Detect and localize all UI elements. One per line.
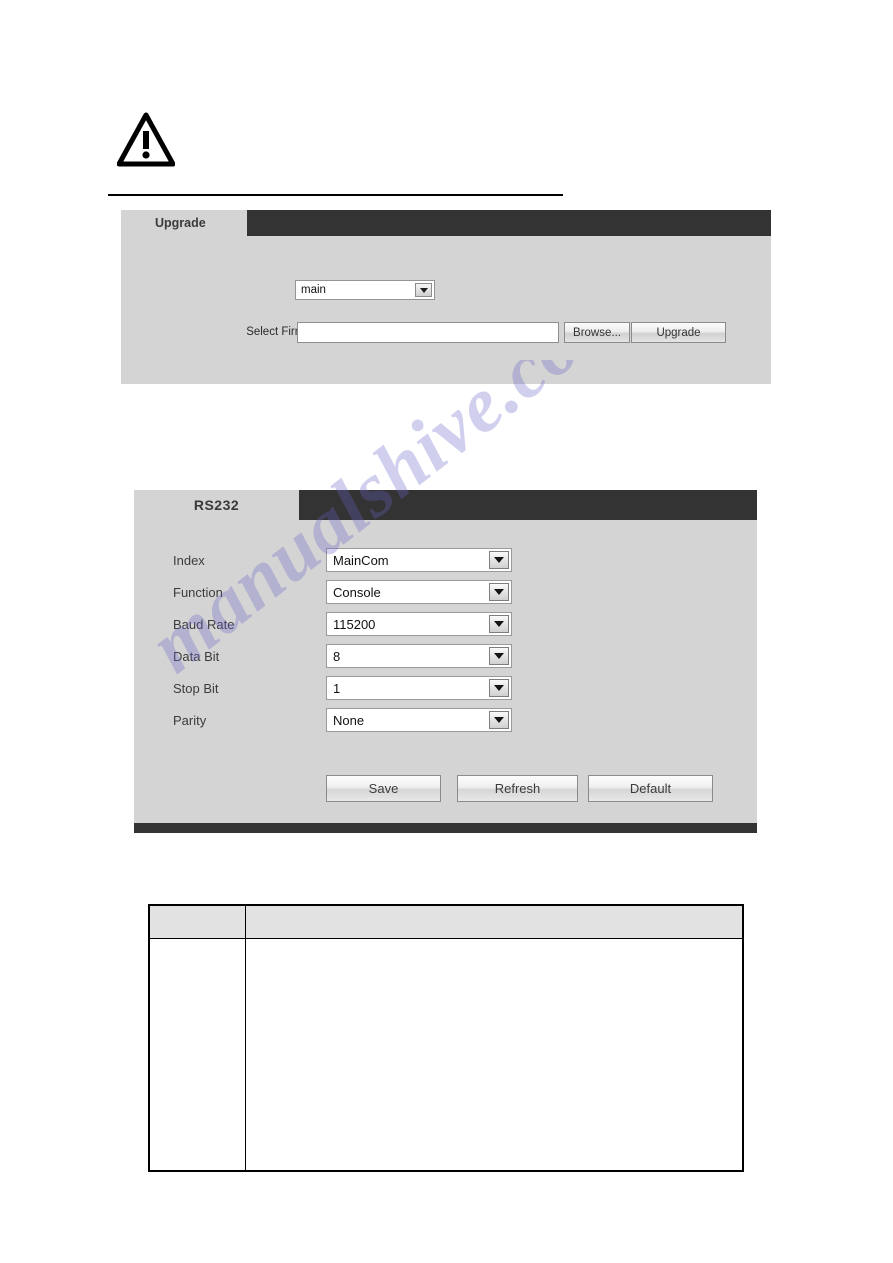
upgrade-panel-header: Upgrade xyxy=(121,210,771,236)
parity-value: None xyxy=(333,712,365,728)
refresh-button[interactable]: Refresh xyxy=(457,775,578,802)
chevron-down-icon[interactable] xyxy=(489,679,509,697)
firmware-file-input[interactable] xyxy=(297,322,559,343)
chevron-down-icon[interactable] xyxy=(489,615,509,633)
rs232-panel-header: RS232 xyxy=(134,490,757,520)
baud-rate-label: Baud Rate xyxy=(173,617,235,632)
chevron-down-icon[interactable] xyxy=(489,647,509,665)
tab-upgrade[interactable]: Upgrade xyxy=(121,210,247,236)
parity-select[interactable]: None xyxy=(326,708,512,732)
tab-rs232-label: RS232 xyxy=(193,497,240,513)
chevron-down-icon[interactable] xyxy=(415,283,432,297)
stop-bit-value: 1 xyxy=(333,680,341,696)
baud-rate-select[interactable]: 115200 xyxy=(326,612,512,636)
save-button-label: Save xyxy=(368,781,399,796)
rs232-panel-body: Index MainCom Function Console Baud Rate… xyxy=(134,520,757,833)
chiplist-select[interactable]: main xyxy=(295,280,435,300)
parameter-table xyxy=(148,904,744,1172)
index-select[interactable]: MainCom xyxy=(326,548,512,572)
chevron-down-icon[interactable] xyxy=(489,551,509,569)
parity-label: Parity xyxy=(173,713,207,728)
browse-button[interactable]: Browse... xyxy=(564,322,630,343)
function-label: Function xyxy=(173,585,223,600)
stop-bit-select[interactable]: 1 xyxy=(326,676,512,700)
save-button[interactable]: Save xyxy=(326,775,441,802)
data-bit-value: 8 xyxy=(333,648,341,664)
data-bit-label: Data Bit xyxy=(173,649,220,664)
table-cell-description xyxy=(245,938,743,1171)
rs232-panel: RS232 Index MainCom Function Console Bau… xyxy=(134,490,757,833)
data-bit-select[interactable]: 8 xyxy=(326,644,512,668)
browse-button-label: Browse... xyxy=(573,326,621,339)
table-cell-parameter xyxy=(149,938,246,1171)
upgrade-button-label: Upgrade xyxy=(656,326,701,339)
index-label: Index xyxy=(173,553,205,568)
baud-rate-value: 115200 xyxy=(333,616,376,632)
chevron-down-icon[interactable] xyxy=(489,583,509,601)
upgrade-panel-body: chiplist main Select Firmware File Brows… xyxy=(121,236,771,384)
upgrade-panel: Upgrade chiplist main Select Firmware Fi… xyxy=(121,210,771,384)
chevron-down-icon[interactable] xyxy=(489,711,509,729)
function-value: Console xyxy=(333,584,381,600)
index-value: MainCom xyxy=(333,552,389,568)
table-header-row xyxy=(149,905,743,939)
table-header-cell-parameter xyxy=(149,905,246,939)
tab-rs232[interactable]: RS232 xyxy=(134,490,299,520)
table-row xyxy=(149,938,743,1171)
stop-bit-label: Stop Bit xyxy=(173,681,219,696)
default-button-label: Default xyxy=(629,781,672,796)
function-select[interactable]: Console xyxy=(326,580,512,604)
chiplist-value: main xyxy=(301,284,326,296)
table-header-cell-description xyxy=(245,905,743,939)
default-button[interactable]: Default xyxy=(588,775,713,802)
warning-triangle-icon xyxy=(116,112,176,167)
section-divider-rule xyxy=(108,194,563,196)
refresh-button-label: Refresh xyxy=(494,781,541,796)
upgrade-button[interactable]: Upgrade xyxy=(631,322,726,343)
rs232-panel-footer-bar xyxy=(134,823,757,833)
tab-upgrade-label: Upgrade xyxy=(155,216,206,230)
